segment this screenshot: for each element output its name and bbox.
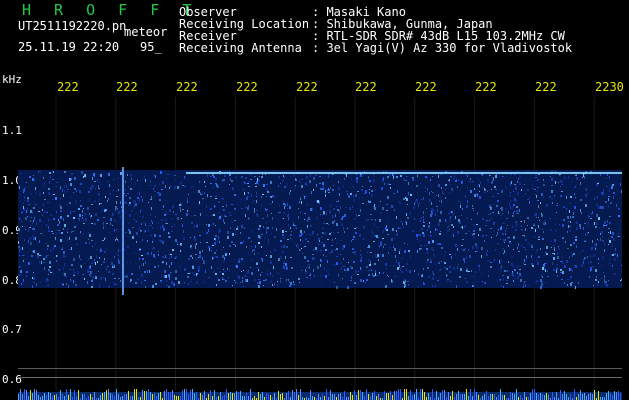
- reference-line: [18, 368, 622, 369]
- x-tick: 222: [296, 80, 318, 94]
- mode-label: meteor: [124, 25, 168, 39]
- app-name: H R O F F T: [22, 1, 199, 19]
- x-tick: 222: [236, 80, 258, 94]
- carrier-line: [186, 172, 622, 174]
- reference-line: [18, 377, 622, 378]
- y-axis-unit: kHz: [2, 73, 22, 86]
- spectrogram-canvas: [18, 97, 622, 390]
- x-tick: 222: [415, 80, 437, 94]
- x-tick: 222: [116, 80, 138, 94]
- count-label: 95_: [140, 40, 162, 54]
- x-tick: 222: [475, 80, 497, 94]
- meteor-streak: [122, 167, 124, 295]
- x-tick: 222: [176, 80, 198, 94]
- datetime-label: 25.11.19 22:20: [18, 40, 120, 54]
- info-label-antenna: Receiving Antenna: [179, 41, 302, 55]
- x-tick: 222: [57, 80, 79, 94]
- level-strip: [18, 389, 622, 400]
- info-value-antenna: : 3el Yagi(V) Az 330 for Vladivostok: [312, 41, 573, 55]
- spectrogram: [18, 97, 622, 390]
- x-tick: 222: [535, 80, 557, 94]
- x-tick: 222: [355, 80, 377, 94]
- x-tick: 2230: [595, 80, 624, 94]
- filename-label: UT2511192220.pn: [18, 19, 127, 33]
